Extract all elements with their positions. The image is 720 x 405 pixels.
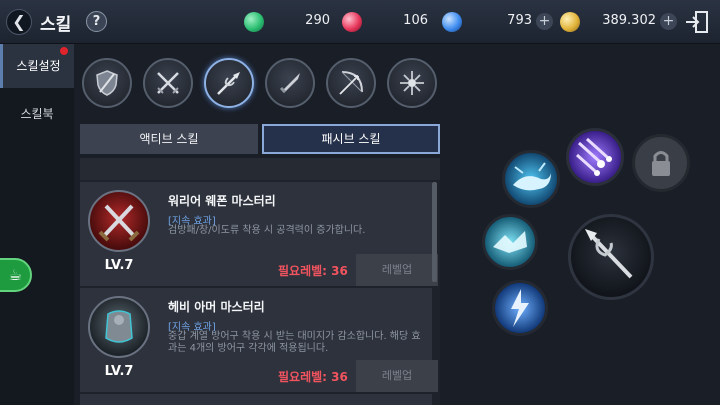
- level-up-button[interactable]: 레벨업: [356, 254, 438, 286]
- list-header-strip: [80, 158, 440, 180]
- list-item[interactable]: LV.7 워리어 웨폰 마스터리 [지속 효과] 검방패/창/이도류 착용 시 …: [80, 182, 438, 286]
- tab-active-skill[interactable]: 액티브 스킬: [80, 124, 258, 154]
- shield-icon: [96, 70, 118, 96]
- list-item[interactable]: LV.7 헤비 아머 마스터리 [지속 효과] 중갑 계열 방어구 착용 시 받…: [80, 288, 438, 392]
- tab-passive-skill[interactable]: 패시브 스킬: [262, 124, 440, 154]
- weapon-tab-spear[interactable]: [204, 58, 254, 108]
- page-title: 스킬: [40, 15, 72, 35]
- red-gem-icon: [342, 12, 362, 32]
- meteor-skill-icon: [576, 137, 612, 176]
- back-button[interactable]: ❮: [6, 9, 32, 35]
- chevron-left-icon: ❮: [12, 12, 26, 31]
- sidebar: 스킬설정 스킬북 ☕: [0, 44, 74, 405]
- skill-description: 검방패/창/이도류 착용 시 공격력이 증가합니다.: [168, 225, 366, 236]
- sidebar-item-skill-book[interactable]: 스킬북: [0, 92, 74, 136]
- slot-main-weapon[interactable]: [568, 214, 654, 300]
- level-up-button[interactable]: 레벨업: [356, 360, 438, 392]
- currency-red: 106: [342, 10, 428, 34]
- orb-icon: [400, 71, 424, 95]
- sidebar-item-skill-settings[interactable]: 스킬설정: [0, 44, 74, 88]
- skill-level: LV.7: [104, 364, 134, 379]
- add-blue-gem-button[interactable]: +: [536, 13, 553, 30]
- top-bar: ❮ 스킬 ? 290 106 793 + 389.302 +: [0, 0, 720, 44]
- blue-gem-icon: [442, 12, 462, 32]
- weapon-tab-orb[interactable]: [387, 58, 437, 108]
- weapon-tab-bow[interactable]: [326, 58, 376, 108]
- weapon-tab-dagger[interactable]: [265, 58, 315, 108]
- weapon-tab-dual-swords[interactable]: [143, 58, 193, 108]
- coffee-button[interactable]: ☕: [0, 258, 32, 292]
- currency-amount: 290: [305, 13, 330, 28]
- armor-skill-icon: [88, 296, 150, 358]
- skill-name: 워리어 웨폰 마스터리: [168, 194, 276, 208]
- currency-gold: 389.302: [560, 10, 656, 34]
- skill-name: 헤비 아머 마스터리: [168, 300, 265, 314]
- slot-meteor[interactable]: [566, 128, 624, 186]
- notification-dot: [60, 47, 68, 55]
- skill-description: 중갑 계열 방어구 착용 시 받는 대미지가 감소합니다. 해당 효과는 4개의…: [168, 331, 421, 354]
- green-gem-icon: [244, 12, 264, 32]
- gold-coin-icon: [560, 12, 580, 32]
- crossed-swords-icon: [157, 72, 179, 94]
- lock-icon: [652, 151, 670, 176]
- slot-ice-wave[interactable]: [482, 214, 538, 270]
- crossed-blades-skill-icon: [88, 190, 150, 252]
- skill-level: LV.7: [104, 258, 134, 273]
- add-gold-button[interactable]: +: [660, 13, 677, 30]
- weapon-tabs: [80, 56, 440, 116]
- list-item[interactable]: [80, 394, 432, 405]
- currency-blue: 793: [442, 10, 532, 34]
- skill-list: LV.7 워리어 웨폰 마스터리 [지속 효과] 검방패/창/이도류 착용 시 …: [80, 158, 440, 405]
- spear-icon: [585, 229, 633, 279]
- lightning-skill-icon: [511, 289, 529, 327]
- exit-door-icon: [686, 11, 708, 33]
- exit-button[interactable]: [684, 10, 710, 34]
- currency-amount: 389.302: [602, 13, 656, 28]
- required-level: 필요레벨: 36: [278, 264, 348, 278]
- required-level: 필요레벨: 36: [278, 370, 348, 384]
- help-button[interactable]: ?: [86, 11, 107, 32]
- sidebar-item-label: 스킬설정: [16, 59, 61, 73]
- weapon-tab-shield[interactable]: [82, 58, 132, 108]
- dagger-icon: [279, 73, 300, 94]
- spear-icon: [217, 72, 240, 95]
- sidebar-item-label: 스킬북: [20, 107, 54, 121]
- scrollbar[interactable]: [432, 182, 437, 282]
- currency-amount: 793: [507, 13, 532, 28]
- slot-locked[interactable]: [632, 134, 690, 192]
- slot-lightning[interactable]: [492, 280, 548, 336]
- ice-wave-skill-icon: [493, 231, 527, 253]
- slot-whale[interactable]: [502, 150, 560, 208]
- currency-green: 290: [244, 10, 330, 34]
- currency-amount: 106: [403, 13, 428, 28]
- coffee-cup-icon: ☕: [8, 266, 22, 284]
- whale-skill-icon: [513, 162, 551, 191]
- bow-icon: [339, 71, 363, 95]
